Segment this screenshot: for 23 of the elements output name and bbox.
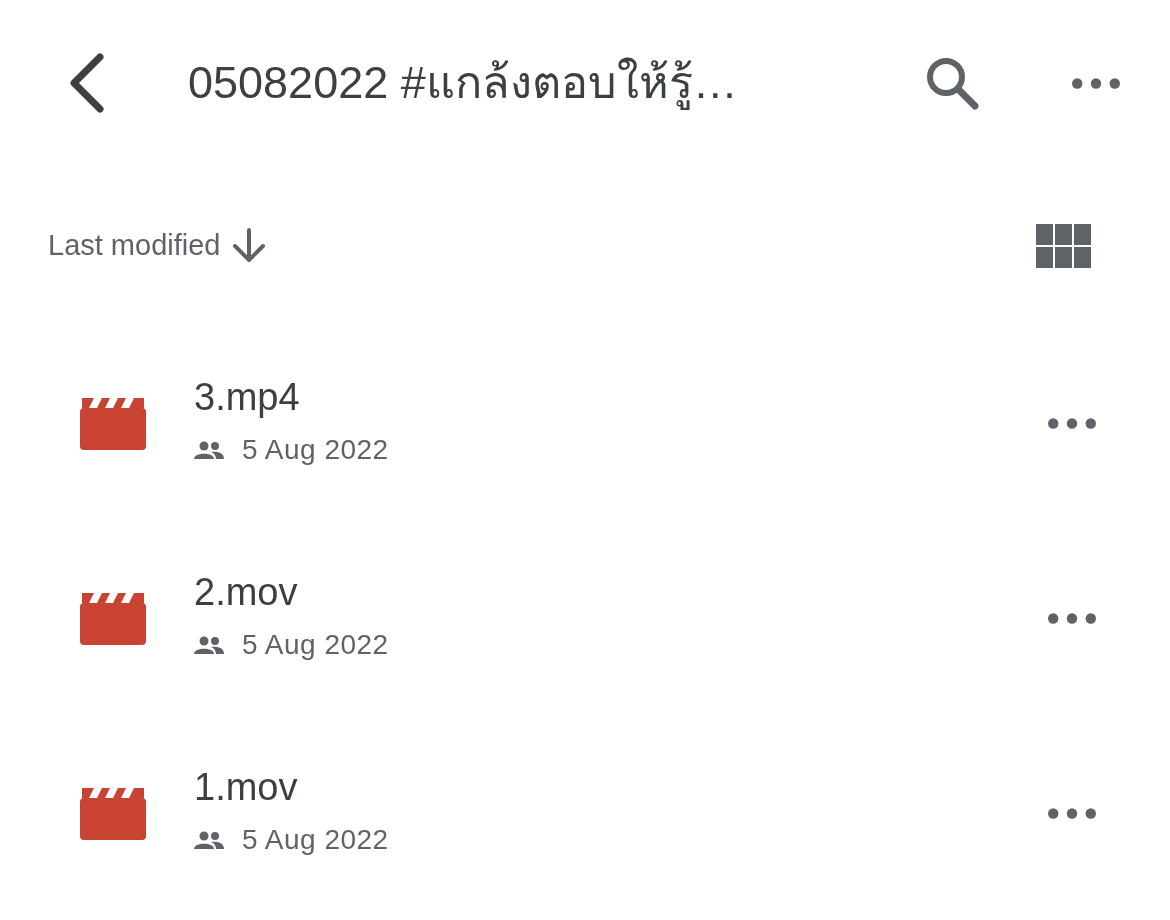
more-icon [1048,418,1096,429]
modified-date: 5 Aug 2022 [242,433,389,468]
modified-date: 5 Aug 2022 [242,823,389,858]
more-icon [1048,808,1096,819]
grid-view-icon [1036,224,1092,268]
grid-view-button[interactable] [1036,224,1092,268]
arrow-down-icon [230,228,267,264]
people-icon [194,831,224,850]
folder-title: 05082022 #แกล้งตอบให้รู้… [188,55,739,112]
video-file-icon [80,592,146,645]
file-name: 1.mov [194,765,299,810]
sort-button[interactable]: Last modified [48,224,267,268]
video-file-icon [80,397,146,450]
more-icon [1072,77,1120,89]
people-icon [194,636,224,655]
file-name: 3.mp4 [194,375,301,420]
modified-date: 5 Aug 2022 [242,628,389,663]
file-name: 2.mov [194,570,299,615]
chevron-left-icon [67,53,105,113]
people-icon [194,441,224,460]
more-icon [1048,613,1096,624]
search-icon [925,56,979,110]
video-file-icon [80,787,146,840]
